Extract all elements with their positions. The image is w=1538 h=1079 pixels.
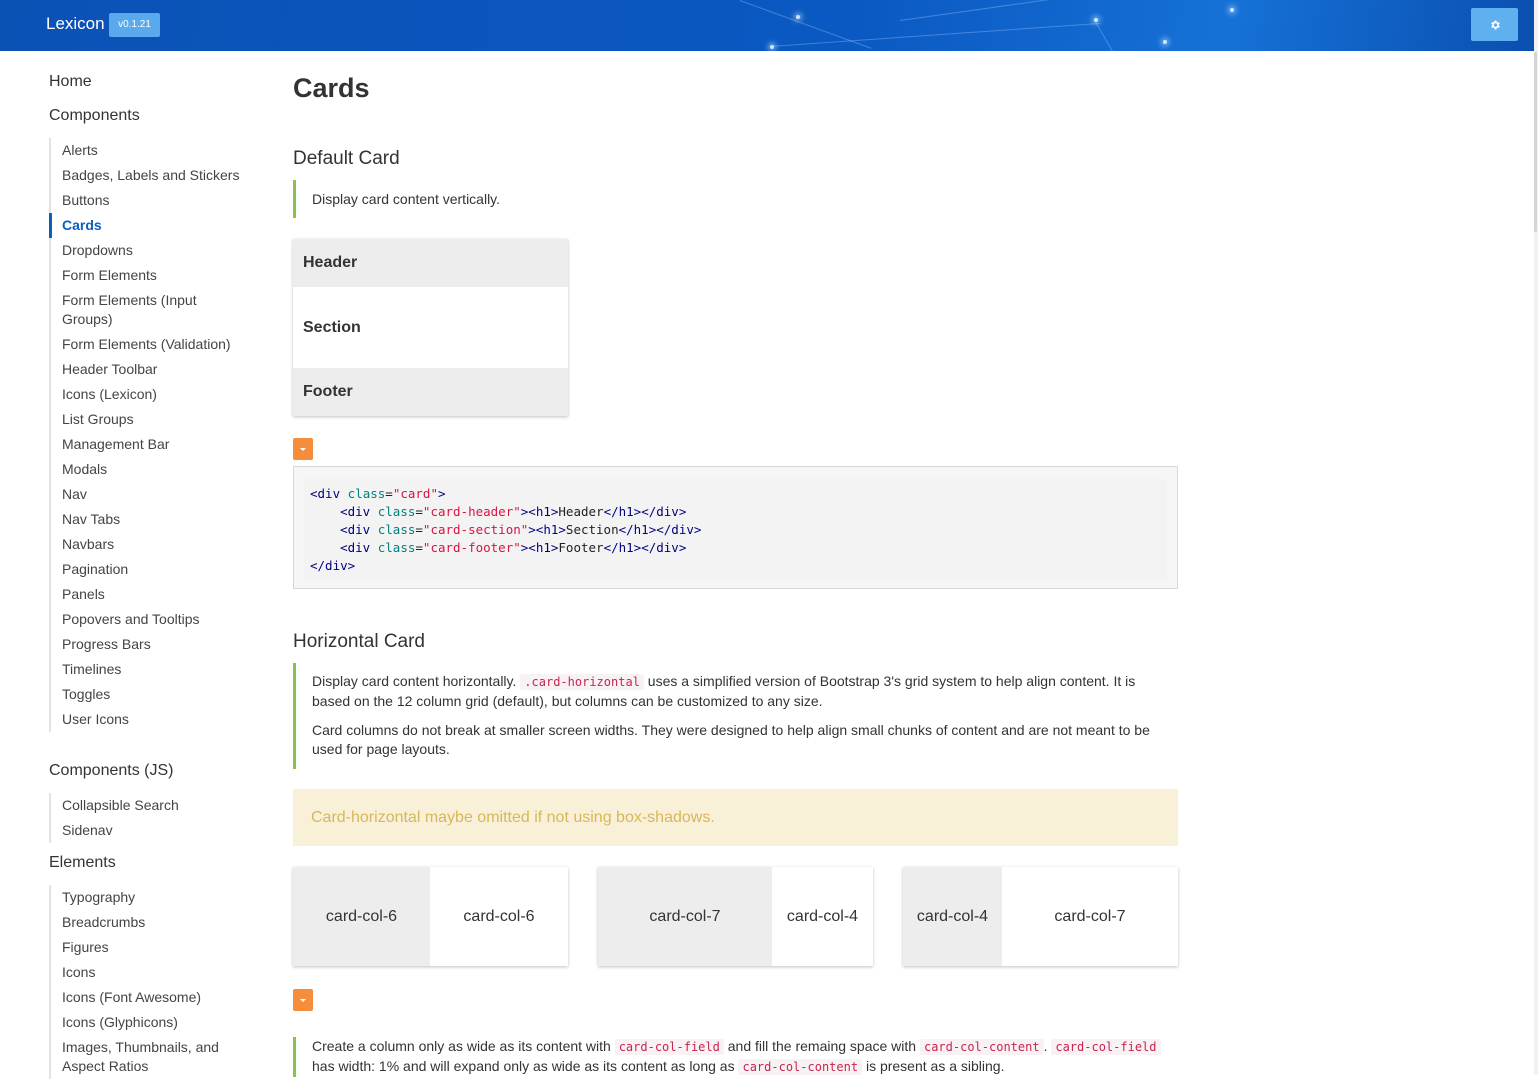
top-navbar: Lexicon v0.1.21 <box>0 0 1534 51</box>
text: is present as a sibling. <box>862 1058 1005 1074</box>
sidebar-item-icons[interactable]: Icons <box>62 960 247 985</box>
sidebar-section-elements[interactable]: Elements <box>49 854 116 872</box>
sidebar-item-cards[interactable]: Cards <box>49 213 247 238</box>
toggle-code-button[interactable] <box>293 989 313 1011</box>
card-header: Header <box>293 239 568 287</box>
decor-star <box>1094 18 1098 22</box>
text: Display card content horizontally. <box>312 673 521 689</box>
sidebar-item-nav-tabs[interactable]: Nav Tabs <box>62 507 247 532</box>
caret-down-icon <box>300 447 306 451</box>
sidebar-item-header-toolbar[interactable]: Header Toolbar <box>62 357 247 382</box>
sidebar-item-images-thumbnails-and-aspect-ratios[interactable]: Images, Thumbnails, and Aspect Ratios <box>62 1035 247 1079</box>
decor-line <box>739 0 872 49</box>
sidebar-elements-list: Typography Breadcrumbs Figures Icons Icons (… <box>49 885 247 1079</box>
sidebar-item-dropdowns[interactable]: Dropdowns <box>62 238 247 263</box>
sidebar-item-sidenav[interactable]: Sidenav <box>62 818 247 843</box>
gear-icon <box>1490 20 1500 29</box>
inline-code: card-col-field <box>614 1039 724 1055</box>
sidebar-item-collapsible-search[interactable]: Collapsible Search <box>62 793 247 818</box>
sidebar-item-form-elements[interactable]: Form Elements <box>62 263 247 288</box>
inline-code: card-col-field <box>1051 1039 1161 1055</box>
horizontal-card-example-2: card-col-7 card-col-4 <box>598 867 873 966</box>
scrollbar-thumb[interactable] <box>1534 52 1537 232</box>
sidebar-item-pagination[interactable]: Pagination <box>62 557 247 582</box>
card-col-right: card-col-4 <box>786 907 859 925</box>
description-text: Display card content vertically. <box>312 191 501 207</box>
sidebar-item-icons-font-awesome[interactable]: Icons (Font Awesome) <box>62 985 247 1010</box>
version-badge: v0.1.21 <box>109 13 160 37</box>
sidebar-item-management-bar[interactable]: Management Bar <box>62 432 247 457</box>
card-col-right: card-col-7 <box>1054 907 1126 925</box>
sidebar-item-progress-bars[interactable]: Progress Bars <box>62 632 247 657</box>
sidebar-item-badges-labels-and-stickers[interactable]: Badges, Labels and Stickers <box>62 163 247 188</box>
sidebar-section-components-js[interactable]: Components (JS) <box>49 762 174 780</box>
sidebar-item-popovers-and-tooltips[interactable]: Popovers and Tooltips <box>62 607 247 632</box>
page-title: Cards <box>293 73 370 103</box>
sidebar-components-js-list: Collapsible Search Sidenav <box>49 793 247 843</box>
sidebar-item-icons-glyphicons[interactable]: Icons (Glyphicons) <box>62 1010 247 1035</box>
sidebar-components-list: Alerts Badges, Labels and Stickers Buttons… <box>49 138 247 732</box>
sidebar-item-icons-lexicon[interactable]: Icons (Lexicon) <box>62 382 247 407</box>
sidebar-item-breadcrumbs[interactable]: Breadcrumbs <box>62 910 247 935</box>
sidebar-item-form-elements-validation[interactable]: Form Elements (Validation) <box>62 332 247 357</box>
decor-line <box>1094 20 1140 51</box>
toggle-code-button[interactable] <box>293 438 313 460</box>
horizontal-card-paragraph-1: Display card content horizontally. .card… <box>312 672 1162 711</box>
card-section: Section <box>303 319 361 336</box>
inline-code: .card-horizontal <box>520 674 644 690</box>
code-block: <div class="card"> <div class="card-head… <box>304 479 1167 581</box>
sidebar-item-alerts[interactable]: Alerts <box>62 138 247 163</box>
text: Create a column only as wide as its cont… <box>312 1038 615 1054</box>
decor-star <box>1230 8 1234 12</box>
settings-button[interactable] <box>1471 8 1518 41</box>
default-card-description: Display card content vertically. <box>293 180 1172 218</box>
inline-code: card-col-content <box>919 1039 1044 1055</box>
sidebar-item-buttons[interactable]: Buttons <box>62 188 247 213</box>
sidebar-item-typography[interactable]: Typography <box>62 885 247 910</box>
card-col-left: card-col-7 <box>598 867 772 966</box>
sidebar-item-timelines[interactable]: Timelines <box>62 657 247 682</box>
card-footer: Footer <box>293 368 568 416</box>
inline-code: card-col-content <box>738 1059 863 1075</box>
card-col-field-description: Create a column only as wide as its cont… <box>293 1037 1162 1077</box>
sidebar-section-components[interactable]: Components <box>49 107 140 125</box>
warning-alert: Card-horizontal maybe omitted if not usi… <box>293 789 1178 846</box>
sidebar-item-list-groups[interactable]: List Groups <box>62 407 247 432</box>
page-scrollbar[interactable] <box>1534 0 1538 1075</box>
text: has width: 1% and will expand only as wi… <box>312 1058 739 1074</box>
card-col-left: card-col-6 <box>293 867 430 966</box>
horizontal-card-description: Display card content horizontally. .card… <box>293 663 1162 769</box>
text: and fill the remaing space with <box>723 1038 920 1054</box>
default-card-demo: Header Section Footer <box>293 239 568 416</box>
horizontal-card-paragraph-2: Card columns do not break at smaller scr… <box>312 722 1150 757</box>
code-sample: <div class="card"> <div class="card-head… <box>293 466 1178 589</box>
sidebar-item-user-icons[interactable]: User Icons <box>62 707 247 732</box>
brand-link[interactable]: Lexicon <box>46 14 105 34</box>
sidebar-item-figures[interactable]: Figures <box>62 935 247 960</box>
section-heading-default-card: Default Card <box>293 148 400 169</box>
section-heading-horizontal-card: Horizontal Card <box>293 631 425 652</box>
decor-star <box>796 15 800 19</box>
decor-star <box>770 45 774 49</box>
card-col-right: card-col-6 <box>463 907 535 925</box>
sidebar-home-link[interactable]: Home <box>49 73 92 91</box>
decor-line <box>900 0 1099 21</box>
horizontal-card-example-3: card-col-4 card-col-7 <box>903 867 1178 966</box>
decor-star <box>1163 40 1167 44</box>
decor-line <box>770 22 1100 47</box>
sidebar-item-navbars[interactable]: Navbars <box>62 532 247 557</box>
sidebar-item-modals[interactable]: Modals <box>62 457 247 482</box>
sidebar-item-panels[interactable]: Panels <box>62 582 247 607</box>
card-col-left: card-col-4 <box>903 867 1002 966</box>
sidebar-item-toggles[interactable]: Toggles <box>62 682 247 707</box>
horizontal-card-example-1: card-col-6 card-col-6 <box>293 867 568 966</box>
sidebar-item-nav[interactable]: Nav <box>62 482 247 507</box>
sidebar-item-form-elements-input-groups[interactable]: Form Elements (Input Groups) <box>62 288 247 332</box>
caret-down-icon <box>300 998 306 1002</box>
